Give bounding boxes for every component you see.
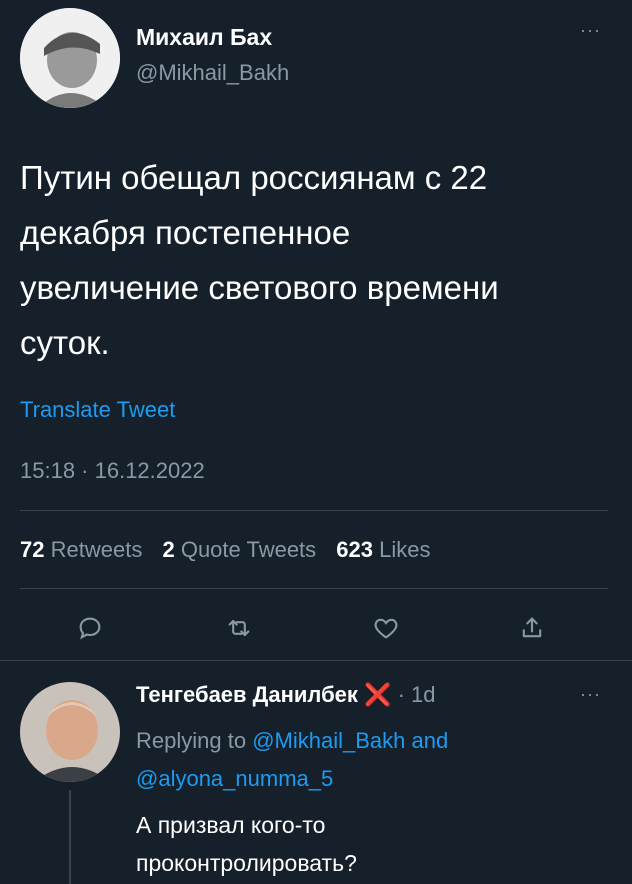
like-icon[interactable] bbox=[372, 614, 400, 642]
quotes-label: Quote Tweets bbox=[180, 537, 317, 562]
likes-label: Likes bbox=[379, 537, 431, 562]
tweet-text-line: суток. bbox=[20, 324, 110, 361]
author-avatar[interactable] bbox=[20, 8, 120, 108]
retweets-count: 72 bbox=[20, 537, 45, 562]
tweet-timestamp[interactable]: 15:18 · 16.12.2022 bbox=[20, 458, 205, 484]
reply-time[interactable]: · 1d bbox=[398, 682, 436, 707]
reply-icon[interactable] bbox=[76, 614, 104, 642]
red-cross-badge-icon: ❌ bbox=[364, 682, 392, 707]
tweet-text: Путин обещал россиянам с 22 декабря пост… bbox=[20, 150, 620, 370]
mention-link[interactable]: @alyona_numma_5 bbox=[136, 766, 333, 791]
tweet-more-button[interactable]: ··· bbox=[580, 20, 601, 41]
reply-thread-line bbox=[69, 790, 71, 884]
reply-header: Тенгебаев Данилбек ❌ · 1d bbox=[136, 682, 436, 708]
mention-link[interactable]: @Mikhail_Bakh bbox=[252, 728, 405, 753]
likes-stat[interactable]: 623 Likes bbox=[336, 537, 430, 562]
reply-avatar-image bbox=[20, 682, 120, 782]
likes-count: 623 bbox=[336, 537, 374, 562]
reply-author-avatar[interactable] bbox=[20, 682, 120, 782]
divider bbox=[20, 510, 608, 511]
share-icon[interactable] bbox=[518, 614, 546, 642]
reply-text-line: А призвал кого-то bbox=[136, 812, 326, 838]
reply-author-name[interactable]: Тенгебаев Данилбек bbox=[136, 682, 358, 707]
and-others-link[interactable]: and bbox=[412, 728, 449, 753]
divider bbox=[20, 588, 608, 589]
author-handle[interactable]: @Mikhail_Bakh bbox=[136, 60, 289, 86]
author-name[interactable]: Михаил Бах bbox=[136, 24, 272, 51]
retweets-stat[interactable]: 72 Retweets bbox=[20, 537, 148, 562]
tweet-text-line: Путин обещал россиянам с 22 bbox=[20, 159, 488, 196]
reply-more-button[interactable]: ··· bbox=[580, 684, 601, 705]
translate-tweet-link[interactable]: Translate Tweet bbox=[20, 397, 175, 423]
tweet-text-line: увеличение светового времени bbox=[20, 269, 499, 306]
tweet-stats: 72 Retweets 2 Quote Tweets 623 Likes bbox=[20, 537, 431, 563]
quotes-stat[interactable]: 2 Quote Tweets bbox=[162, 537, 322, 562]
divider bbox=[0, 660, 632, 661]
retweet-icon[interactable] bbox=[225, 614, 253, 642]
author-avatar-image bbox=[20, 8, 120, 108]
quotes-count: 2 bbox=[162, 537, 175, 562]
tweet-text-line: декабря постепенное bbox=[20, 214, 351, 251]
retweets-label: Retweets bbox=[50, 537, 143, 562]
replying-to: Replying to @Mikhail_Bakh and @alyona_nu… bbox=[136, 722, 596, 798]
replying-prefix: Replying to bbox=[136, 728, 247, 753]
reply-text-line: проконтролировать? bbox=[136, 850, 357, 876]
reply-text: А призвал кого-то проконтролировать? bbox=[136, 806, 357, 882]
